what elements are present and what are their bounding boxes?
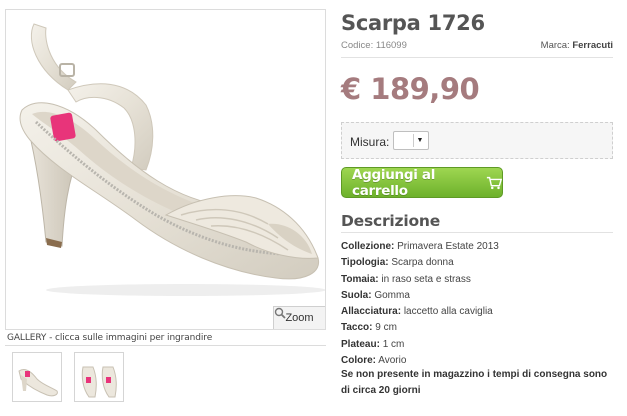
product-meta: Codice: 116099 Marca: Ferracuti xyxy=(341,40,613,58)
attribute-allacciatura: Allacciatura: laccetto alla caviglia xyxy=(341,306,493,318)
attribute-tomaia: Tomaia: in raso seta e strass xyxy=(341,273,471,285)
product-price: € 189,90 xyxy=(341,72,480,106)
description-heading: Descrizione xyxy=(341,212,441,230)
chevron-down-icon: ▼ xyxy=(413,134,426,147)
attribute-plateau: Plateau: 1 cm xyxy=(341,338,405,350)
attribute-collezione: Collezione: Primavera Estate 2013 xyxy=(341,241,499,252)
attribute-tacco: Tacco: 9 cm xyxy=(341,322,397,334)
attribute-list: Collezione: Primavera Estate 2013 Tipolo… xyxy=(341,239,616,369)
divider xyxy=(5,345,326,346)
shoe-image xyxy=(19,23,325,296)
code-label: Codice: xyxy=(341,40,374,51)
attribute-tipologia: Tipologia: Scarpa donna xyxy=(341,257,454,269)
delivery-note: Se non presente in magazzino i tempi di … xyxy=(341,369,608,396)
size-label: Misura: xyxy=(350,135,390,149)
gallery-thumbnail-2[interactable] xyxy=(74,352,124,402)
zoom-label: Zoom xyxy=(285,312,314,324)
product-title: Scarpa 1726 xyxy=(341,11,485,35)
thumbnail-image xyxy=(81,366,117,398)
magnifier-icon xyxy=(274,307,286,319)
brand-value[interactable]: Ferracuti xyxy=(572,40,613,51)
attribute-suola: Suola: Gomma xyxy=(341,289,410,301)
cart-icon xyxy=(486,176,502,189)
main-product-image[interactable]: Zoom xyxy=(5,9,326,330)
gallery-caption: GALLERY - clicca sulle immagini per ingr… xyxy=(7,333,213,343)
zoom-button[interactable]: Zoom xyxy=(273,306,325,329)
size-select[interactable]: ▼ xyxy=(393,131,429,150)
options-box: Misura: ▼ xyxy=(341,122,613,159)
add-to-cart-label: Aggiungi al carrello xyxy=(352,166,436,199)
divider xyxy=(341,232,613,233)
thumbnail-image xyxy=(18,368,58,397)
gallery-thumbnail-1[interactable] xyxy=(12,352,62,402)
brand-label: Marca: xyxy=(540,40,570,51)
code-value: 116099 xyxy=(375,40,407,51)
brand: Marca: Ferracuti xyxy=(541,40,613,51)
add-to-cart-button[interactable]: Aggiungi al carrello xyxy=(341,166,503,199)
